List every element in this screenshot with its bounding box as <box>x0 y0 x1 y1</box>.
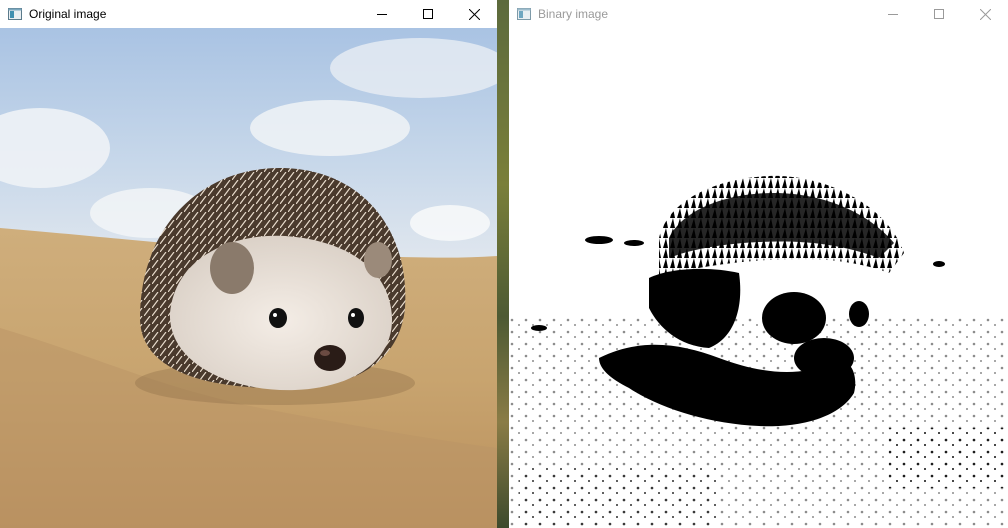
title-bar[interactable]: Binary image <box>509 0 1008 28</box>
maximize-icon <box>423 9 433 19</box>
binary-hedgehog-image <box>509 28 1008 528</box>
app-window-icon <box>7 6 23 22</box>
window-title: Original image <box>29 7 107 21</box>
close-button[interactable] <box>962 0 1008 28</box>
binary-image-window[interactable]: Binary image <box>509 0 1008 528</box>
close-button[interactable] <box>451 0 497 28</box>
close-icon <box>979 8 991 20</box>
app-window-icon <box>516 6 532 22</box>
hedgehog-photo <box>0 28 497 528</box>
close-icon <box>468 8 480 20</box>
maximize-icon <box>934 9 944 19</box>
maximize-button[interactable] <box>916 0 962 28</box>
minimize-icon <box>888 14 898 15</box>
title-bar[interactable]: Original image <box>0 0 497 28</box>
desktop-background <box>497 0 509 528</box>
original-image-canvas <box>0 28 497 528</box>
original-image-window[interactable]: Original image <box>0 0 497 528</box>
minimize-button[interactable] <box>359 0 405 28</box>
window-title: Binary image <box>538 7 609 21</box>
minimize-icon <box>377 14 387 15</box>
minimize-button[interactable] <box>870 0 916 28</box>
binary-image-canvas <box>509 28 1008 528</box>
maximize-button[interactable] <box>405 0 451 28</box>
